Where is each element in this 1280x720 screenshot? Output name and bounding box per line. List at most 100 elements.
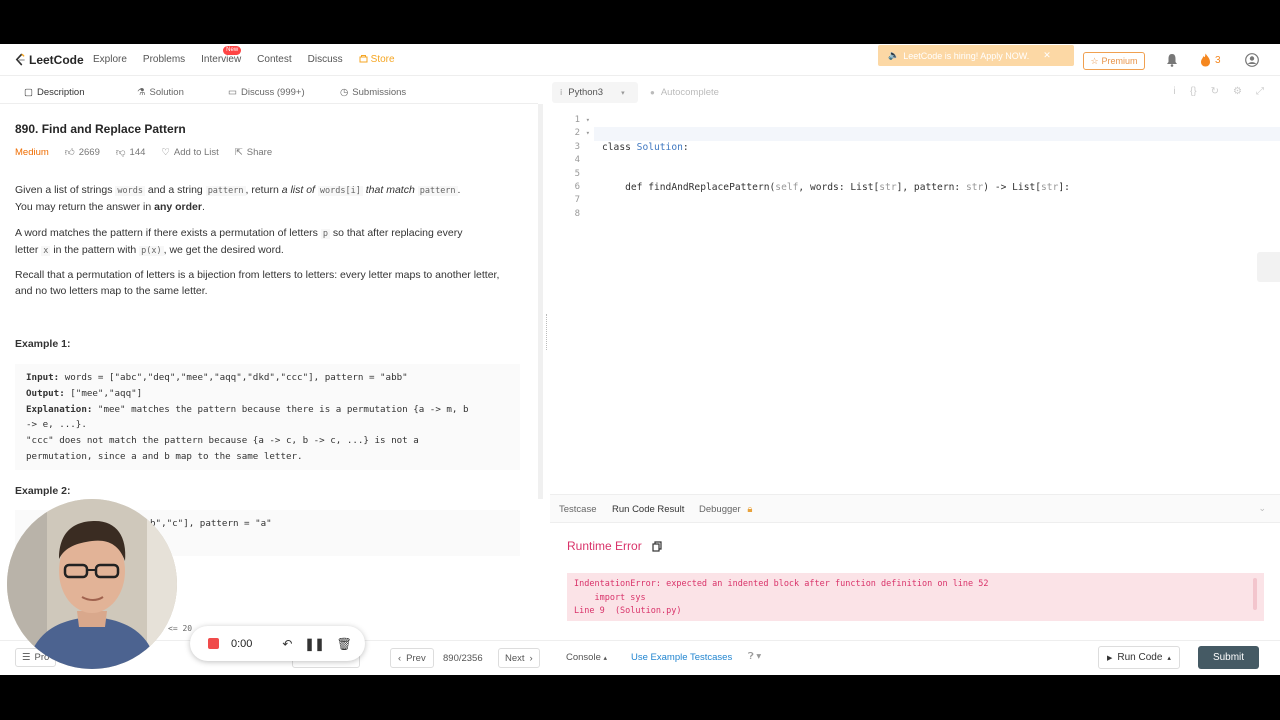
nav-problems[interactable]: Problems (143, 54, 185, 65)
problem-paragraph-3: Recall that a permutation of letters is … (15, 269, 500, 297)
new-badge: New (223, 46, 242, 55)
problem-meta: Medium 👍︎ 2669 👎︎ 144 ♡ Add to List ⇱ Share (15, 146, 288, 159)
result-panel: Testcase Run Code Result Debugger 🔒︎ ⌄ R… (550, 494, 1280, 640)
close-icon[interactable]: ✕ (1043, 50, 1051, 61)
info-icon[interactable]: ⅰ (1173, 86, 1176, 97)
share-button[interactable]: ⇱ Share (235, 147, 272, 158)
undo-icon[interactable]: ↶ (282, 637, 292, 651)
trash-icon[interactable]: 🗑︎ (337, 637, 352, 651)
autocomplete-label: Autocomplete (660, 87, 719, 98)
user-avatar-icon[interactable] (1245, 53, 1259, 67)
side-panel-tab[interactable] (1257, 252, 1280, 282)
tab-description-label: Description (36, 87, 85, 98)
fold-icon[interactable]: ▾ (586, 114, 590, 127)
autocomplete-toggle[interactable]: ● Autocomplete (650, 87, 719, 98)
error-scrollbar[interactable] (1253, 578, 1257, 610)
nav-store[interactable]: Store (359, 54, 395, 65)
hiring-text: LeetCode is hiring! Apply NOW. (903, 50, 1030, 61)
code-punct: ) -> List[ (983, 182, 1042, 194)
p1-text-a: Given a list of strings (15, 184, 113, 196)
tab-debugger-label: Debugger (699, 504, 741, 515)
info-icon: ⅰ (560, 88, 563, 97)
example-2-title: Example 2: (15, 485, 71, 497)
code-editor[interactable]: 1 ▾ 2 ▾ 3 4 5 6 7 8 class Solution: def fi… (550, 114, 1280, 494)
hiring-banner[interactable]: 🔈 LeetCode is hiring! Apply NOW. ✕ (878, 45, 1074, 66)
p1-code-pattern: pattern (205, 186, 246, 196)
like-button[interactable]: 👍︎ 2669 (65, 146, 100, 159)
ex1-explanation-2: -> e, ...}. (26, 419, 87, 431)
result-status: Runtime Error (567, 539, 662, 553)
collapse-icon[interactable]: ⌄ (1258, 503, 1266, 514)
help-icon[interactable]: ❓︎ ▾ (748, 651, 761, 662)
tab-description[interactable]: ▢ Description (24, 85, 85, 98)
nav-interview[interactable]: Interview New (201, 46, 242, 65)
pause-icon[interactable]: ❚❚ (304, 637, 324, 651)
run-code-button[interactable]: ▶ Run Code ▴ (1098, 646, 1180, 669)
store-icon (359, 55, 368, 63)
p1-text-k: You may return the answer in (15, 201, 152, 213)
tab-submissions[interactable]: ◷ Submissions (340, 85, 406, 98)
line-number: 2 ▾ (550, 127, 594, 140)
fire-icon (1201, 53, 1210, 67)
fullscreen-icon[interactable]: ⤢ (1256, 86, 1264, 97)
line-number-1: 1 (574, 115, 580, 125)
chat-icon: ▭ (228, 87, 237, 98)
streak-counter[interactable]: 3 (1200, 53, 1221, 67)
language-select[interactable]: ⅰ Python3 ▾ (552, 82, 638, 103)
tab-run-code-result[interactable]: Run Code Result (612, 504, 684, 515)
next-button[interactable]: Next › (498, 648, 540, 668)
nav-contest[interactable]: Contest (257, 54, 291, 65)
add-to-list-button[interactable]: ♡ Add to List (161, 147, 218, 158)
chevron-right-icon: › (529, 652, 533, 664)
error-output: IndentationError: expected an indented b… (567, 573, 1264, 621)
nav-discuss[interactable]: Discuss (308, 54, 343, 65)
prev-button[interactable]: ‹ Prev (390, 648, 434, 668)
example-1-block: Input: words = ["abc","deq","mee","aqq",… (15, 364, 520, 470)
code-punct: ]: (1058, 182, 1070, 194)
tab-solution-label: Solution (149, 87, 184, 98)
tab-testcase[interactable]: Testcase (559, 504, 597, 515)
braces-icon[interactable]: {} (1190, 86, 1197, 97)
type-str: str (879, 182, 897, 194)
p1-text-h: that match (365, 184, 415, 196)
settings-icon[interactable]: ⚙ (1233, 86, 1242, 97)
console-button[interactable]: Console ▴ (566, 652, 607, 663)
example-1-title: Example 1: (15, 338, 71, 350)
constraint-partial: <= 20 (168, 624, 193, 633)
p1-text-e: , return (245, 184, 279, 196)
divider-handle[interactable] (546, 314, 548, 350)
ex1-input-label: Input: (26, 372, 60, 383)
premium-button[interactable]: ☆ Premium (1083, 52, 1145, 70)
bell-icon[interactable] (1166, 53, 1178, 67)
stop-recording-button[interactable] (208, 638, 219, 649)
submit-button[interactable]: Submit (1198, 646, 1259, 669)
leetcode-logo[interactable]: LeetCode (15, 53, 84, 67)
list-icon: ☰ (22, 652, 31, 663)
nav-explore[interactable]: Explore (93, 54, 127, 65)
code-content[interactable]: class Solution: def findAndReplacePatter… (602, 114, 1070, 221)
type-str: str (1041, 182, 1059, 194)
tab-discuss[interactable]: ▭ Discuss (999+) (228, 85, 305, 98)
dislike-button[interactable]: 👎︎ 144 (116, 146, 146, 159)
reset-icon[interactable]: ↻ (1211, 86, 1219, 97)
runtime-error-label: Runtime Error (567, 539, 642, 553)
copy-icon[interactable] (652, 540, 662, 552)
problem-counter: 890/2356 (443, 653, 483, 664)
share-icon: ⇱ (234, 146, 243, 158)
dislike-count: 144 (129, 146, 146, 158)
ex1-explanation-3: "ccc" does not match the pattern because… (26, 435, 419, 447)
use-example-testcases-button[interactable]: Use Example Testcases (631, 652, 732, 663)
code-punct: , words: List[ (798, 182, 880, 194)
tab-debugger[interactable]: Debugger 🔒︎ (699, 504, 752, 515)
fold-icon[interactable]: ▾ (586, 127, 590, 140)
problem-header: 890. Find and Replace Pattern Medium 👍︎ 2… (15, 122, 525, 158)
chevron-up-icon: ▴ (1167, 654, 1171, 662)
line-number: 4 (574, 155, 580, 166)
editor-tool-icons: ⅰ {} ↻ ⚙ ⤢ (1173, 86, 1264, 97)
nav-store-label: Store (370, 54, 395, 65)
add-to-list-label: Add to List (173, 146, 219, 158)
line-number: 1 ▾ (550, 114, 594, 127)
panel-divider[interactable] (538, 104, 543, 499)
tab-solution[interactable]: ⚗ Solution (137, 85, 184, 98)
problem-title: 890. Find and Replace Pattern (15, 122, 186, 136)
